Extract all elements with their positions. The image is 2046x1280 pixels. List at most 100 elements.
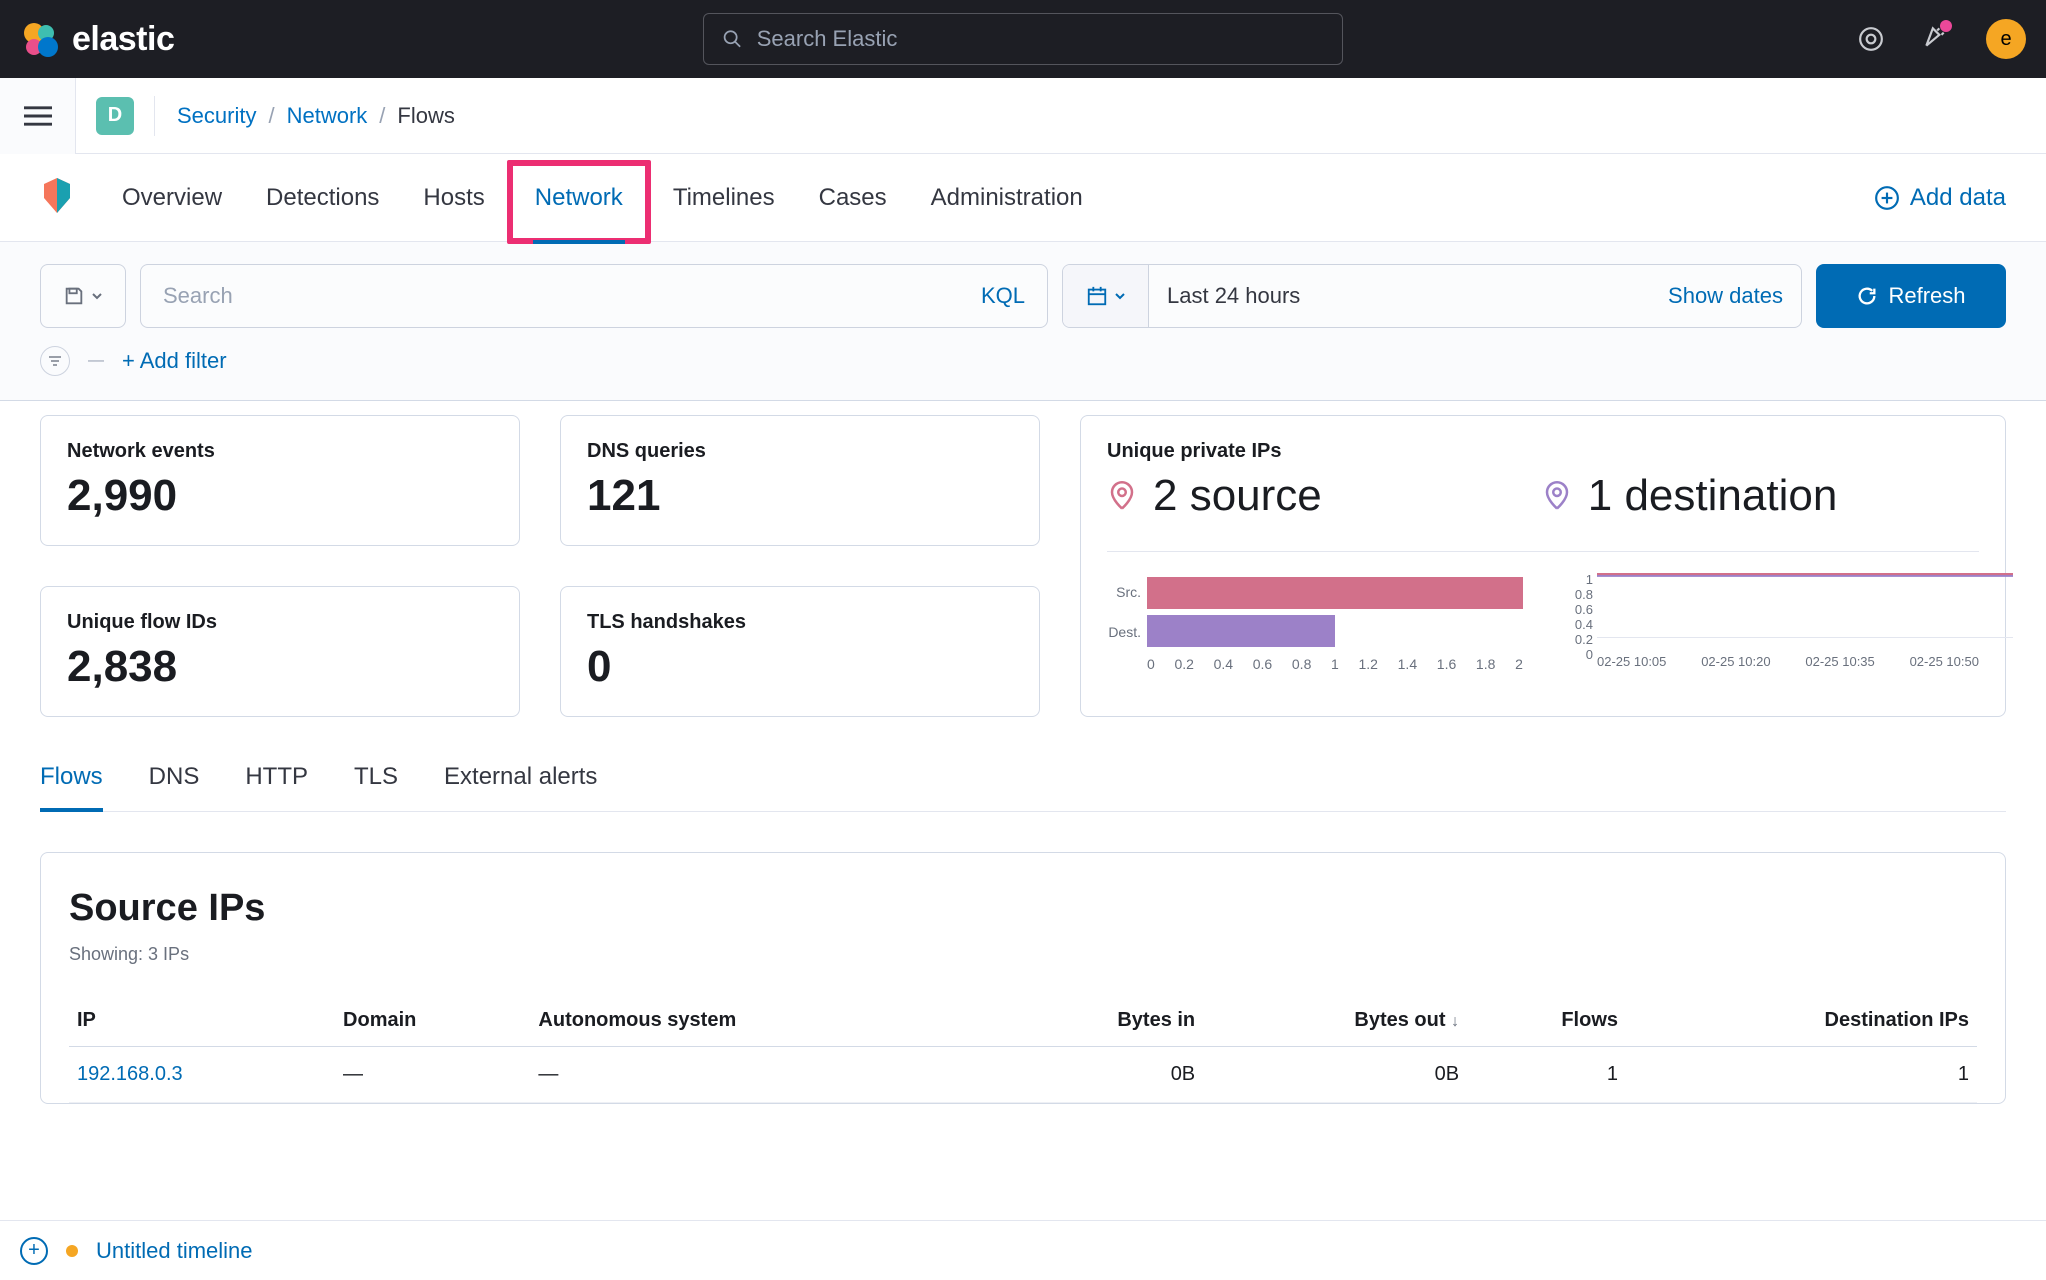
card-dns-queries: DNS queries 121 [560,415,1040,546]
tab-timelines[interactable]: Timelines [671,184,777,212]
card-label: Unique flow IDs [67,611,493,634]
add-data-button[interactable]: Add data [1874,184,2006,212]
table-header-row: IP Domain Autonomous system Bytes in Byt… [69,995,1977,1047]
card-value: 2,838 [67,642,493,692]
tab-administration[interactable]: Administration [929,184,1085,212]
timeline-name[interactable]: Untitled timeline [96,1238,253,1264]
cell-domain: — [335,1047,530,1103]
subtab-flows[interactable]: Flows [40,763,103,811]
avatar-letter: e [2000,28,2011,51]
subtab-http[interactable]: HTTP [245,763,308,811]
elastic-logo-icon [20,19,60,59]
search-icon [722,28,743,50]
add-filter-button[interactable]: + Add filter [122,348,227,374]
subtab-tls[interactable]: TLS [354,763,398,811]
map-pin-icon [1107,481,1137,511]
filter-icon [47,353,63,369]
col-bytes-out[interactable]: Bytes out ↓ [1203,995,1467,1047]
card-value: 121 [587,471,1013,521]
col-ip[interactable]: IP [69,995,335,1047]
header-actions: e [1858,19,2026,59]
col-domain[interactable]: Domain [335,995,530,1047]
table-row: 192.168.0.3 — — 0B 0B 1 1 [69,1047,1977,1103]
card-unique-flow-ids: Unique flow IDs 2,838 [40,586,520,717]
show-dates-button[interactable]: Show dates [1668,283,1801,309]
nav-toggle-button[interactable] [0,78,76,154]
card-label: TLS handshakes [587,611,1013,634]
avatar[interactable]: e [1986,19,2026,59]
cell-bytes-out: 0B [1203,1047,1467,1103]
brand-logo[interactable]: elastic [20,19,174,59]
destination-ips-value: 1 destination [1588,471,1838,521]
bar-dest [1147,615,1335,647]
filter-options-button[interactable] [40,346,70,376]
tab-cases[interactable]: Cases [817,184,889,212]
save-query-button[interactable] [40,264,126,328]
chevron-down-icon [91,290,103,302]
card-label: DNS queries [587,440,1013,463]
refresh-button[interactable]: Refresh [1816,264,2006,328]
col-destination-ips[interactable]: Destination IPs [1626,995,1977,1047]
tab-overview[interactable]: Overview [120,184,224,212]
divider [154,96,155,136]
cell-ip[interactable]: 192.168.0.3 [69,1047,335,1103]
source-ips-table: IP Domain Autonomous system Bytes in Byt… [69,995,1977,1103]
add-timeline-button[interactable]: + [20,1237,48,1265]
col-bytes-in[interactable]: Bytes in [998,995,1203,1047]
card-label: Unique private IPs [1107,440,1979,463]
col-as[interactable]: Autonomous system [530,995,998,1047]
card-unique-private-ips: Unique private IPs 2 source 1 destinatio… [1080,415,2006,717]
plus-circle-icon [1874,185,1900,211]
date-range-text: Last 24 hours [1149,283,1668,309]
tab-hosts[interactable]: Hosts [421,184,486,212]
cell-as: — [530,1047,998,1103]
global-search[interactable] [703,13,1343,65]
tab-detections[interactable]: Detections [264,184,381,212]
menu-icon [24,105,52,127]
card-network-events: Network events 2,990 [40,415,520,546]
line-chart: 1 0.8 0.6 0.4 0.2 0 02-25 1 [1563,572,1979,672]
showing-count: Showing: 3 IPs [69,944,1977,965]
highlight-box: Network [507,160,651,244]
date-picker[interactable]: Last 24 hours Show dates [1062,264,1802,328]
map-pin-icon [1542,481,1572,511]
col-flows[interactable]: Flows [1467,995,1626,1047]
timeline-bottom-bar[interactable]: + Untitled timeline [0,1220,2046,1280]
source-ips-card: Source IPs Showing: 3 IPs IP Domain Auto… [40,852,2006,1104]
query-input[interactable] [163,283,766,309]
line-chart-svg [1597,572,2013,638]
newsfeed-button[interactable] [1922,24,1948,55]
tab-network[interactable]: Network [533,184,625,212]
breadcrumb-bar: D Security / Network / Flows [0,78,2046,154]
content-area: Network events 2,990 DNS queries 121 Uni… [0,401,2046,1104]
cell-bytes-in: 0B [998,1047,1203,1103]
bar-src [1147,577,1523,609]
add-data-label: Add data [1910,184,2006,212]
kql-toggle[interactable]: KQL [981,283,1025,309]
cell-dest-ips: 1 [1626,1047,1977,1103]
card-value: 0 [587,642,1013,692]
chevron-down-icon [1114,290,1126,302]
card-tls-handshakes: TLS handshakes 0 [560,586,1040,717]
subtab-external-alerts[interactable]: External alerts [444,763,597,811]
notification-dot [1940,20,1952,32]
security-app-icon [40,178,74,218]
filter-bar: KQL Last 24 hours Show dates Refresh — +… [0,242,2046,400]
sort-desc-icon: ↓ [1451,1013,1459,1030]
date-quick-select[interactable] [1063,265,1149,327]
save-icon [63,285,85,307]
top-header: elastic e [0,0,2046,78]
breadcrumb-current: Flows [397,103,454,129]
breadcrumb-network[interactable]: Network [287,103,368,129]
source-ips-value: 2 source [1153,471,1322,521]
subtab-dns[interactable]: DNS [149,763,200,811]
global-search-input[interactable] [757,26,1324,52]
refresh-icon [1856,285,1878,307]
space-selector[interactable]: D [96,97,134,135]
app-nav-tabs: Overview Detections Hosts Network Timeli… [0,154,2046,242]
card-label: Network events [67,440,493,463]
help-icon[interactable] [1858,26,1884,52]
breadcrumb-security[interactable]: Security [177,103,256,129]
breadcrumb: Security / Network / Flows [177,103,455,129]
query-bar[interactable]: KQL [140,264,1048,328]
